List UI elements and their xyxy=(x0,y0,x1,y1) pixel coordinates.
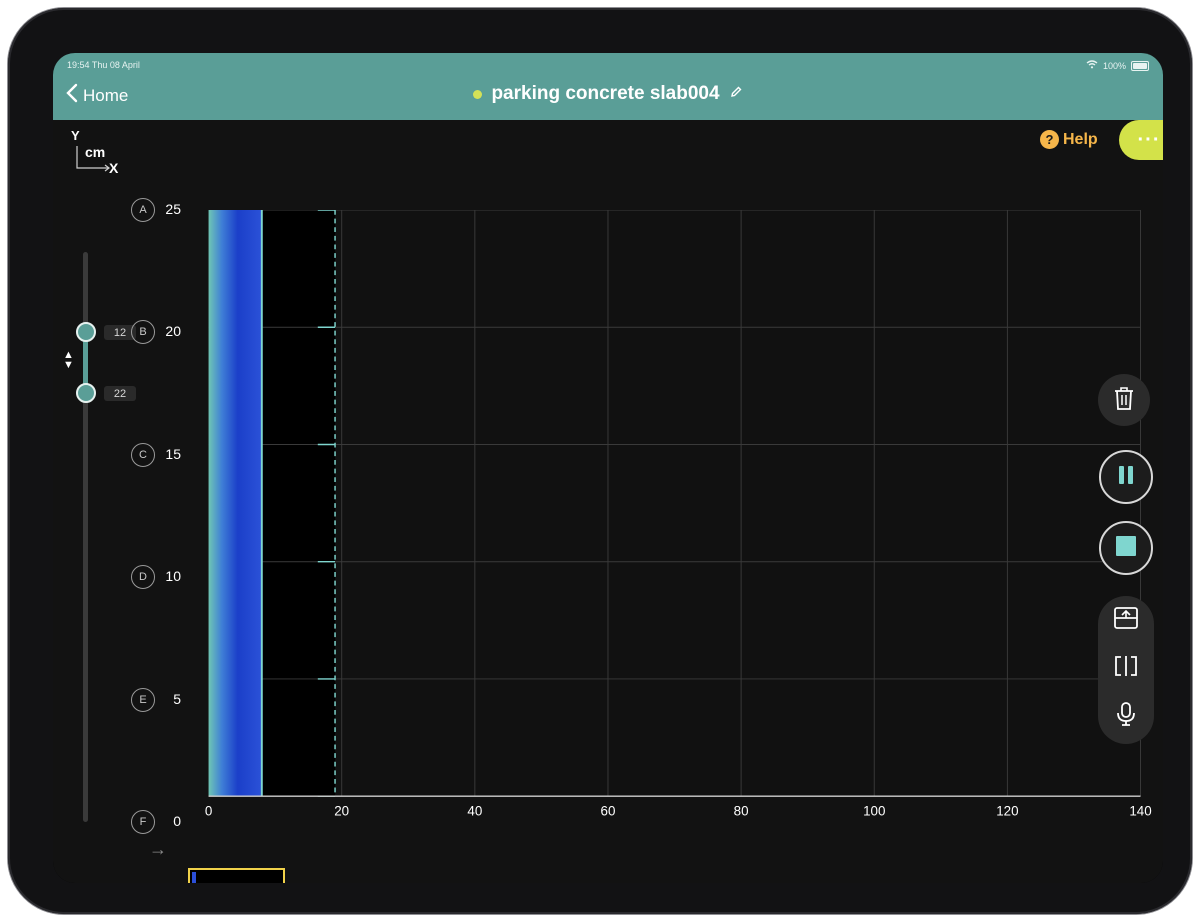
device-bezel: 19:54 Thu 08 April 100% Home parking con… xyxy=(8,8,1192,914)
unscanned-band xyxy=(261,210,336,797)
voice-note-button[interactable] xyxy=(1110,700,1142,732)
y-tick-label: 25 xyxy=(165,201,181,217)
axis-orientation-icon xyxy=(76,146,110,172)
x-tick-label: 140 xyxy=(1129,803,1151,818)
arrow-right-icon: → xyxy=(149,839,167,859)
battery-percent: 100% xyxy=(1102,60,1126,71)
row-label: E xyxy=(131,687,155,712)
scan-minimap[interactable] xyxy=(188,868,285,883)
y-tick-label: 20 xyxy=(165,323,181,340)
row-label: D xyxy=(131,565,155,590)
axis-orientation: Y cm X xyxy=(71,128,127,182)
navigation-bar: 19:54 Thu 08 April 100% Home parking con… xyxy=(53,53,1163,120)
status-dot xyxy=(473,89,483,99)
depth-slider-upper-handle[interactable] xyxy=(76,322,96,342)
scan-title-group: parking concrete slab004 xyxy=(53,83,1163,105)
compare-button[interactable] xyxy=(1110,652,1142,684)
row-label: C xyxy=(131,442,155,467)
more-button[interactable]: ··· xyxy=(1119,120,1163,160)
minimap-scanned-strip xyxy=(192,872,196,883)
scan-heatmap-strip xyxy=(208,210,262,797)
wifi-icon xyxy=(1086,60,1098,71)
x-tick-label: 0 xyxy=(205,803,212,818)
scan-heatmap-chart[interactable]: 0 20 40 60 80 100 120 140 xyxy=(188,210,1163,823)
y-tick-label: 5 xyxy=(173,690,181,707)
help-icon: ? xyxy=(1040,130,1059,149)
y-tick-label: 15 xyxy=(165,445,181,462)
x-tick-label: 40 xyxy=(467,803,482,818)
help-label: Help xyxy=(1063,130,1098,148)
tool-group xyxy=(1098,596,1154,744)
delete-button[interactable] xyxy=(1098,374,1150,426)
trash-icon xyxy=(1112,385,1136,416)
depth-lower-value: 22 xyxy=(104,386,136,401)
row-label: F xyxy=(131,810,155,834)
layout-button[interactable] xyxy=(1110,604,1142,636)
status-indicators: 100% xyxy=(1086,60,1149,71)
x-tick-label: 120 xyxy=(996,803,1018,818)
device-screen: 19:54 Thu 08 April 100% Home parking con… xyxy=(53,53,1163,883)
layout-icon xyxy=(1113,606,1139,635)
x-tick-label: 60 xyxy=(601,803,616,818)
up-down-arrow-icon: ▲ ▼ xyxy=(63,349,74,371)
y-tick-label: 0 xyxy=(173,813,181,829)
x-tick-label: 100 xyxy=(863,803,885,818)
page-title: parking concrete slab004 xyxy=(491,83,720,104)
depth-slider-lower-handle[interactable] xyxy=(76,383,96,403)
pause-button[interactable] xyxy=(1099,450,1153,504)
split-icon xyxy=(1113,654,1139,683)
row-label: B xyxy=(131,320,155,345)
y-tick-label: 10 xyxy=(165,568,181,585)
stop-button[interactable] xyxy=(1099,521,1153,575)
axis-y-title: Y xyxy=(71,128,80,143)
battery-icon xyxy=(1131,60,1149,71)
pencil-icon[interactable] xyxy=(729,85,743,104)
stop-icon xyxy=(1115,535,1137,562)
chart-plot-area xyxy=(208,210,1141,797)
status-time: 19:54 Thu 08 April xyxy=(67,60,140,70)
pause-icon xyxy=(1115,464,1137,491)
x-tick-label: 20 xyxy=(334,803,349,818)
row-label: A xyxy=(131,198,155,222)
x-tick-label: 80 xyxy=(734,803,749,818)
help-button[interactable]: ? Help xyxy=(1040,130,1098,149)
mic-icon xyxy=(1115,701,1137,732)
scan-workspace: ? Help ··· Y cm X 12 22 ▲ ▼ 0 20 40 60 80 100 1… xyxy=(53,120,1163,883)
